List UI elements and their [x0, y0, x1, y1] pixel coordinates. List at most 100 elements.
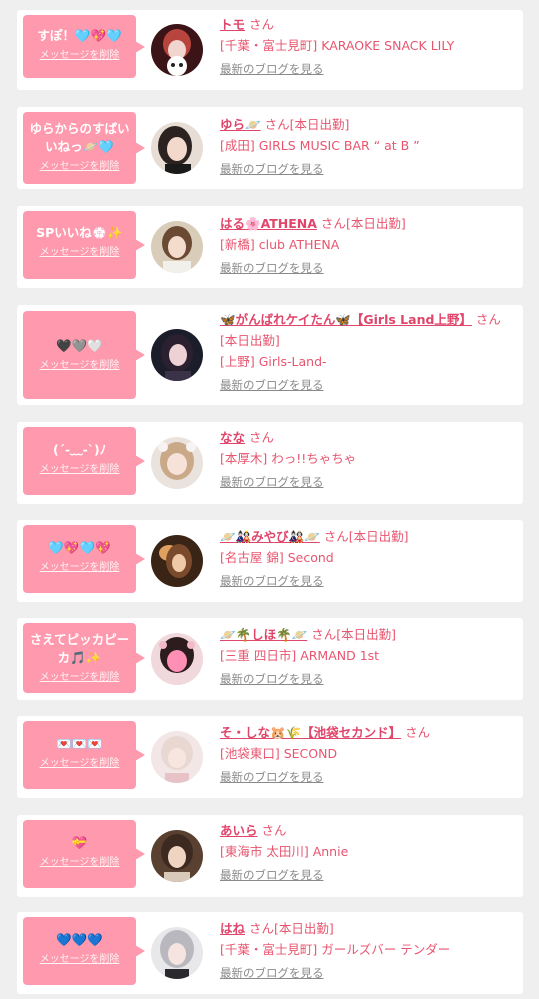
status-badge: [本日出勤] — [289, 117, 350, 132]
honorific: さん — [311, 627, 337, 642]
delete-message-link[interactable]: メッセージを削除 — [23, 757, 136, 771]
delete-message-link[interactable]: メッセージを削除 — [23, 246, 136, 260]
latest-blog-link[interactable]: 最新のブログを見る — [220, 669, 324, 690]
status-badge: [本日出勤] — [345, 216, 406, 231]
avatar[interactable] — [151, 122, 203, 174]
message-text: 💌💌💌 — [56, 736, 103, 751]
list-item: すぽ！🩵💖🩵 メッセージを削除 トモ さん [千葉・富士見町] KARAOKE … — [17, 10, 523, 90]
latest-blog-link[interactable]: 最新のブログを見る — [220, 865, 324, 886]
cast-name-link[interactable]: あいら — [220, 823, 258, 838]
cast-info: はる🌸ATHENA さん[本日出勤] [新橋] club ATHENA 最新のブ… — [220, 213, 515, 279]
honorific: さん — [249, 921, 275, 936]
honorific: さん — [475, 312, 501, 327]
latest-blog-link[interactable]: 最新のブログを見る — [220, 159, 324, 180]
avatar[interactable] — [151, 535, 203, 587]
message-text: 🩵💖🩵💖 — [48, 540, 111, 555]
shop-info: [本厚木] わっ!!ちゃちゃ — [220, 451, 357, 466]
honorific: さん — [261, 823, 287, 838]
message-text: SPいいね💮✨ — [36, 225, 123, 240]
delete-message-link[interactable]: メッセージを削除 — [23, 856, 136, 870]
list-item: 💌💌💌 メッセージを削除 そ・しな🐹🌾【池袋セカンド】 さん [池袋東口] SE… — [17, 716, 523, 798]
avatar[interactable] — [151, 24, 203, 76]
cast-name-link[interactable]: 🪐🎎みやび🎎🪐 — [220, 529, 320, 544]
cast-info: 🪐🌴しほ🌴🪐 さん[本日出勤] [三重 四日市] ARMAND 1st 最新のブ… — [220, 624, 515, 690]
honorific: さん — [405, 725, 431, 740]
message-text: さえてピッカピーカ🎵✨ — [29, 632, 130, 665]
cast-info: ゆら🪐 さん[本日出勤] [成田] GIRLS MUSIC BAR “ at B… — [220, 114, 515, 180]
latest-blog-link[interactable]: 最新のブログを見る — [220, 258, 324, 279]
shop-info: [東海市 太田川] Annie — [220, 844, 349, 859]
message-bubble: ゆらからのすぱいいねっ🪐🩵 メッセージを削除 — [23, 112, 145, 184]
message-text: ゆらからのすぱいいねっ🪐🩵 — [29, 121, 130, 154]
cast-info: 🦋がんばれケイたん🦋【Girls Land上野】 さん [本日出勤] [上野] G… — [220, 309, 515, 396]
cast-name-link[interactable]: トモ — [220, 17, 245, 32]
avatar[interactable] — [151, 329, 203, 381]
delete-message-link[interactable]: メッセージを削除 — [23, 671, 136, 685]
latest-blog-link[interactable]: 最新のブログを見る — [220, 963, 324, 984]
message-text: すぽ！🩵💖🩵 — [37, 28, 122, 43]
cast-name-link[interactable]: 🪐🌴しほ🌴🪐 — [220, 627, 307, 642]
avatar[interactable] — [151, 437, 203, 489]
cast-info: 🪐🎎みやび🎎🪐 さん[本日出勤] [名古屋 錦] Second 最新のブログを見… — [220, 526, 515, 592]
status-badge: [本日出勤] — [336, 627, 397, 642]
cast-name-link[interactable]: はね — [220, 921, 245, 936]
shop-info: [上野] Girls-Land- — [220, 354, 327, 369]
delete-message-link[interactable]: メッセージを削除 — [23, 953, 136, 967]
list-item: 💝 メッセージを削除 あいら さん [東海市 太田川] Annie 最新のブログ… — [17, 815, 523, 897]
cast-info: なな さん [本厚木] わっ!!ちゃちゃ 最新のブログを見る — [220, 427, 515, 493]
avatar[interactable] — [151, 221, 203, 273]
latest-blog-link[interactable]: 最新のブログを見る — [220, 472, 324, 493]
latest-blog-link[interactable]: 最新のブログを見る — [220, 767, 324, 788]
latest-blog-link[interactable]: 最新のブログを見る — [220, 375, 324, 396]
latest-blog-link[interactable]: 最新のブログを見る — [220, 571, 324, 592]
delete-message-link[interactable]: メッセージを削除 — [23, 561, 136, 575]
avatar[interactable] — [151, 927, 203, 979]
cast-name-link[interactable]: はる🌸ATHENA — [220, 216, 317, 231]
honorific: さん — [249, 430, 275, 445]
message-bubble: (´-﹏-`)ﾉ メッセージを削除 — [23, 427, 145, 495]
delete-message-link[interactable]: メッセージを削除 — [23, 463, 136, 477]
list-item: SPいいね💮✨ メッセージを削除 はる🌸ATHENA さん[本日出勤] [新橋]… — [17, 206, 523, 288]
avatar[interactable] — [151, 731, 203, 783]
cast-info: そ・しな🐹🌾【池袋セカンド】 さん [池袋東口] SECOND 最新のブログを見… — [220, 722, 515, 788]
delete-message-link[interactable]: メッセージを削除 — [23, 160, 136, 174]
shop-info: [名古屋 錦] Second — [220, 550, 334, 565]
message-bubble: さえてピッカピーカ🎵✨ メッセージを削除 — [23, 623, 145, 693]
shop-info: [池袋東口] SECOND — [220, 746, 338, 761]
honorific: さん — [323, 529, 349, 544]
message-bubble: 💙💙💙 メッセージを削除 — [23, 917, 145, 985]
cast-info: トモ さん [千葉・富士見町] KARAOKE SNACK LILY 最新のブロ… — [220, 14, 515, 80]
latest-blog-link[interactable]: 最新のブログを見る — [220, 59, 324, 80]
cast-info: あいら さん [東海市 太田川] Annie 最新のブログを見る — [220, 820, 515, 886]
cast-name-link[interactable]: そ・しな🐹🌾【池袋セカンド】 — [220, 725, 401, 740]
message-text: (´-﹏-`)ﾉ — [52, 442, 107, 457]
avatar[interactable] — [151, 830, 203, 882]
list-item: ゆらからのすぱいいねっ🪐🩵 メッセージを削除 ゆら🪐 さん[本日出勤] [成田]… — [17, 107, 523, 189]
delete-message-link[interactable]: メッセージを削除 — [23, 359, 136, 373]
shop-info: [三重 四日市] ARMAND 1st — [220, 648, 380, 663]
honorific: さん — [320, 216, 346, 231]
list-item: (´-﹏-`)ﾉ メッセージを削除 なな さん [本厚木] わっ!!ちゃちゃ 最… — [17, 422, 523, 504]
list-item: 🖤🩶🤍 メッセージを削除 🦋がんばれケイたん🦋【Girls Land上野】 さん… — [17, 305, 523, 405]
message-bubble: 💌💌💌 メッセージを削除 — [23, 721, 145, 789]
list-item: さえてピッカピーカ🎵✨ メッセージを削除 🪐🌴しほ🌴🪐 さん[本日出勤] [三重… — [17, 618, 523, 700]
status-badge: [本日出勤] — [220, 333, 280, 348]
delete-message-link[interactable]: メッセージを削除 — [23, 49, 136, 63]
status-badge: [本日出勤] — [348, 529, 409, 544]
favorites-list: すぽ！🩵💖🩵 メッセージを削除 トモ さん [千葉・富士見町] KARAOKE … — [0, 0, 539, 999]
message-bubble: 🩵💖🩵💖 メッセージを削除 — [23, 525, 145, 593]
avatar[interactable] — [151, 633, 203, 685]
shop-info: [成田] GIRLS MUSIC BAR “ at B ” — [220, 138, 420, 153]
list-item: 🩵💖🩵💖 メッセージを削除 🪐🎎みやび🎎🪐 さん[本日出勤] [名古屋 錦] S… — [17, 520, 523, 602]
message-bubble: SPいいね💮✨ メッセージを削除 — [23, 211, 145, 279]
cast-name-link[interactable]: 🦋がんばれケイたん🦋【Girls Land上野】 — [220, 312, 472, 327]
message-bubble: 🖤🩶🤍 メッセージを削除 — [23, 311, 145, 399]
message-bubble: 💝 メッセージを削除 — [23, 820, 145, 888]
status-badge: [本日出勤] — [274, 921, 334, 936]
cast-name-link[interactable]: ゆら🪐 — [220, 117, 261, 132]
honorific: さん — [264, 117, 290, 132]
shop-info: [新橋] club ATHENA — [220, 237, 340, 252]
message-text: 💝 — [71, 835, 88, 850]
cast-name-link[interactable]: なな — [220, 430, 245, 445]
list-item: 💙💙💙 メッセージを削除 はね さん[本日出勤] [千葉・富士見町] ガールズバ… — [17, 912, 523, 994]
